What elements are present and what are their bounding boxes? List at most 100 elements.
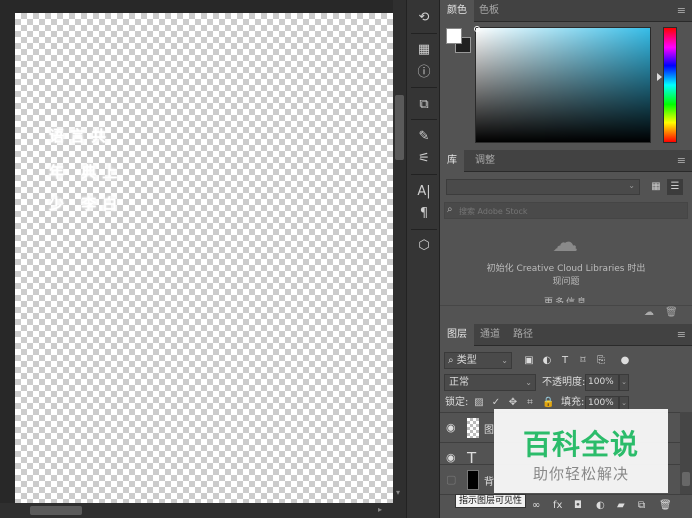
grid-view-icon[interactable]: ▦: [648, 179, 664, 195]
layer-kind-label: 类型: [456, 355, 477, 366]
brush-settings-icon[interactable]: ⚟: [413, 149, 435, 169]
layer-name: 图: [484, 425, 494, 436]
vertical-scroll-thumb[interactable]: [395, 95, 404, 160]
link-layers-icon[interactable]: ∞: [532, 500, 540, 511]
opacity-label: 不透明度:: [542, 377, 586, 388]
hue-slider[interactable]: [663, 27, 677, 143]
opacity-dropdown-icon[interactable]: ⌄: [619, 374, 629, 391]
tab-paths[interactable]: 路径: [506, 324, 540, 346]
layer-mask-icon[interactable]: ◘: [574, 500, 582, 511]
info-icon[interactable]: ⓘ: [413, 63, 435, 83]
tab-channels[interactable]: 通道: [473, 324, 507, 346]
lock-label: 锁定:: [445, 397, 469, 408]
libraries-panel-tabbar: 库 调整 ≡: [440, 150, 692, 172]
panel-icon-strip: ⟲ ▦ ⓘ ⧉ ✎ ⚟ A| ¶ ⬡: [406, 0, 440, 518]
swatches-icon[interactable]: ⧉: [413, 95, 435, 115]
foreground-color-swatch[interactable]: [446, 28, 462, 44]
lock-all-icon[interactable]: 🔒: [542, 396, 554, 410]
fx-icon[interactable]: fx: [553, 500, 562, 511]
canvas-text-line-1: 语言共: [49, 127, 113, 145]
new-layer-icon[interactable]: ⧉: [638, 500, 645, 511]
visibility-toggle-icon[interactable]: ▢: [446, 473, 456, 486]
color-field-marker[interactable]: [474, 26, 480, 32]
adjustment-layer-filter-icon[interactable]: ◐: [540, 352, 554, 369]
divider: [411, 174, 437, 175]
cc-sync-icon[interactable]: ☁: [644, 307, 654, 318]
libraries-footer: ☁ 🗑: [440, 305, 692, 322]
scroll-right-arrow-icon[interactable]: ▸: [378, 505, 382, 514]
lock-transparent-pixels-icon[interactable]: ▨: [473, 396, 485, 410]
list-view-icon[interactable]: ☰: [667, 179, 683, 195]
eye-icon[interactable]: ◉: [446, 421, 456, 434]
type-layer-filter-icon[interactable]: T: [558, 352, 572, 369]
adjustment-layer-icon[interactable]: ◐: [596, 500, 605, 511]
folder-icon[interactable]: ▰: [617, 500, 625, 511]
blend-mode-value: 正常: [449, 377, 469, 388]
chevron-down-icon: ⌄: [525, 378, 532, 387]
panel-menu-icon[interactable]: ≡: [677, 150, 686, 172]
layers-panel-tabbar: 图层 通道 路径 ≡: [440, 324, 692, 346]
library-select[interactable]: ⌄: [446, 179, 640, 195]
visibility-tooltip: 指示图层可见性: [455, 494, 527, 508]
blend-mode-select[interactable]: 正常 ⌄: [444, 374, 536, 391]
chevron-down-icon: ⌄: [501, 356, 508, 365]
eye-icon[interactable]: ◉: [446, 451, 456, 464]
trash-icon[interactable]: 🗑: [659, 500, 672, 511]
panel-menu-icon[interactable]: ≡: [677, 324, 686, 346]
hue-slider-marker[interactable]: [657, 73, 662, 81]
tab-layers[interactable]: 图层: [440, 324, 474, 346]
lock-artboard-icon[interactable]: ⌗: [524, 396, 536, 410]
layer-kind-filter[interactable]: ⌕ 类型 ⌄: [444, 352, 512, 369]
canvas-horizontal-scrollbar[interactable]: ▸: [0, 503, 406, 518]
canvas-text-line-3: 少 李白: [49, 195, 124, 213]
lock-image-pixels-icon[interactable]: ✓: [490, 396, 502, 410]
search-icon: ⌕: [447, 204, 453, 215]
canvas-text-line-2: 年 典上: [49, 163, 124, 181]
search-icon: ⌕: [448, 355, 454, 366]
lock-position-icon[interactable]: ✥: [507, 396, 519, 410]
fill-dropdown-icon[interactable]: ⌄: [619, 396, 629, 410]
watermark-title: 百科全说: [522, 428, 639, 461]
chevron-down-icon: ⌄: [628, 181, 635, 190]
properties-icon[interactable]: ▦: [413, 40, 435, 60]
canvas-area: 语言共 年 典上 少 李白 ▾ ▸: [0, 0, 406, 518]
layers-scroll-thumb[interactable]: [682, 472, 690, 486]
smart-object-filter-icon[interactable]: ⎘: [594, 352, 608, 369]
3d-icon[interactable]: ⬡: [413, 236, 435, 256]
history-icon[interactable]: ⟲: [413, 8, 435, 28]
tab-libraries[interactable]: 库: [440, 150, 464, 172]
panel-menu-icon[interactable]: ≡: [677, 0, 686, 22]
pixel-layer-filter-icon[interactable]: ▣: [522, 352, 536, 369]
layer-name: 背: [484, 477, 494, 488]
divider: [411, 33, 437, 34]
fill-label: 填充:: [561, 397, 585, 408]
scroll-down-arrow-icon[interactable]: ▾: [396, 488, 400, 497]
fill-input[interactable]: 100%: [585, 396, 619, 410]
layer-thumbnail: [467, 470, 479, 490]
shape-layer-filter-icon[interactable]: ⌑: [576, 352, 590, 369]
brush-icon[interactable]: ✎: [413, 127, 435, 147]
trash-icon[interactable]: 🗑: [665, 307, 678, 318]
character-icon[interactable]: A|: [413, 182, 435, 202]
paragraph-icon[interactable]: ¶: [413, 204, 435, 224]
stock-search-box[interactable]: ⌕: [444, 202, 688, 219]
layers-scrollbar[interactable]: [680, 412, 692, 494]
document-canvas[interactable]: 语言共 年 典上 少 李白: [15, 13, 393, 503]
divider: [411, 229, 437, 230]
libraries-panel: 库 调整 ≡ ⌄ ▦ ☰ ⌕ ☁ 初始化 Creative Cloud Libr…: [440, 150, 692, 322]
color-panel: 颜色 色板 ≡: [440, 0, 692, 148]
filter-toggle-icon[interactable]: ●: [618, 352, 632, 369]
stock-search-input[interactable]: [459, 204, 679, 218]
color-picker-field[interactable]: [475, 27, 651, 143]
layer-thumbnail: [467, 418, 479, 438]
divider: [411, 119, 437, 120]
horizontal-scroll-thumb[interactable]: [30, 506, 82, 515]
library-error-message: 初始化 Creative Cloud Libraries 时出现问题: [486, 264, 646, 287]
photoshop-window: 语言共 年 典上 少 李白 ▾ ▸ ⟲ ▦ ⓘ ⧉ ✎ ⚟ A| ¶ ⬡ 颜色 …: [0, 0, 692, 518]
tab-color[interactable]: 颜色: [440, 0, 474, 22]
canvas-vertical-scrollbar[interactable]: ▾: [393, 0, 406, 503]
tab-adjustments[interactable]: 调整: [468, 150, 502, 172]
more-info-link[interactable]: 更多信息: [544, 295, 588, 303]
tab-swatches[interactable]: 色板: [472, 0, 506, 22]
opacity-input[interactable]: 100%: [585, 374, 619, 391]
